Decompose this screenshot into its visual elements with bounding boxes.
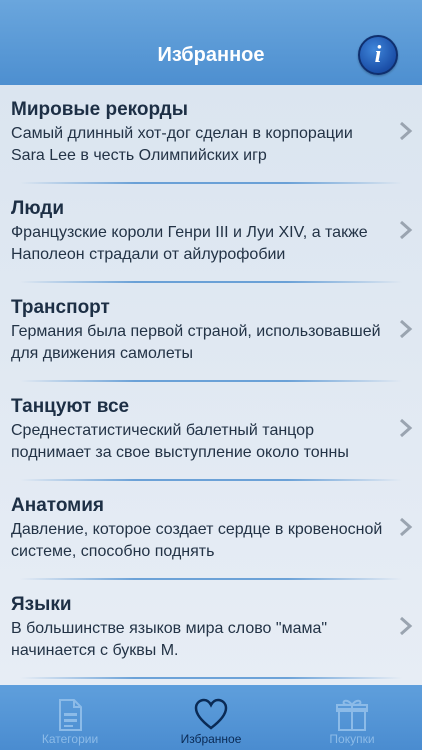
- tab-bar: Категории Избранное Покупки: [0, 685, 422, 750]
- chevron-right-icon: [400, 616, 413, 636]
- item-category: Языки: [11, 594, 72, 615]
- list-item[interactable]: Танцуют все Среднестатистический балетны…: [0, 382, 422, 481]
- chevron-right-icon: [400, 121, 413, 141]
- heart-icon: [194, 698, 228, 730]
- item-category: Анатомия: [11, 495, 104, 516]
- item-fact: Среднестатистический балетный танцор под…: [11, 422, 349, 461]
- navigation-bar: Избранное i: [0, 0, 422, 85]
- list-item[interactable]: Анатомия Давление, которое создает сердц…: [0, 481, 422, 580]
- chevron-right-icon: [400, 220, 413, 240]
- tab-purchases[interactable]: Покупки: [282, 685, 422, 750]
- chevron-right-icon: [400, 319, 413, 339]
- item-category: Мировые рекорды: [11, 99, 188, 120]
- item-fact: Давление, которое создает сердце в крове…: [11, 521, 383, 560]
- tab-label: Покупки: [329, 732, 375, 746]
- list-item[interactable]: Транспорт Германия была первой страной, …: [0, 283, 422, 382]
- tab-favorites[interactable]: Избранное: [141, 685, 281, 750]
- tab-label: Категории: [41, 732, 99, 746]
- item-category: Танцуют все: [11, 396, 130, 417]
- item-fact: Самый длинный хот-дог сделан в корпораци…: [11, 125, 353, 164]
- tab-categories[interactable]: Категории: [0, 685, 140, 750]
- chevron-right-icon: [400, 418, 413, 438]
- item-fact: Германия была первой страной, использова…: [11, 323, 381, 362]
- document-icon: [59, 699, 82, 731]
- gift-icon: [336, 699, 368, 731]
- item-fact: Французские короли Генри III и Луи XIV, …: [11, 224, 368, 263]
- item-category: Транспорт: [11, 297, 110, 318]
- info-button[interactable]: i: [358, 35, 398, 75]
- list-item[interactable]: Мировые рекорды Самый длинный хот-дог сд…: [0, 85, 422, 184]
- info-icon: i: [374, 42, 382, 68]
- list-item[interactable]: Языки В большинстве языков мира слово "м…: [0, 580, 422, 679]
- chevron-right-icon: [400, 517, 413, 537]
- item-fact: В большинстве языков мира слово "мама" н…: [11, 620, 328, 659]
- list-item[interactable]: Люди Французские короли Генри III и Луи …: [0, 184, 422, 283]
- divider: [20, 677, 402, 679]
- item-category: Люди: [11, 198, 65, 219]
- tab-label: Избранное: [180, 732, 242, 746]
- favorites-list: Мировые рекорды Самый длинный хот-дог сд…: [0, 85, 422, 685]
